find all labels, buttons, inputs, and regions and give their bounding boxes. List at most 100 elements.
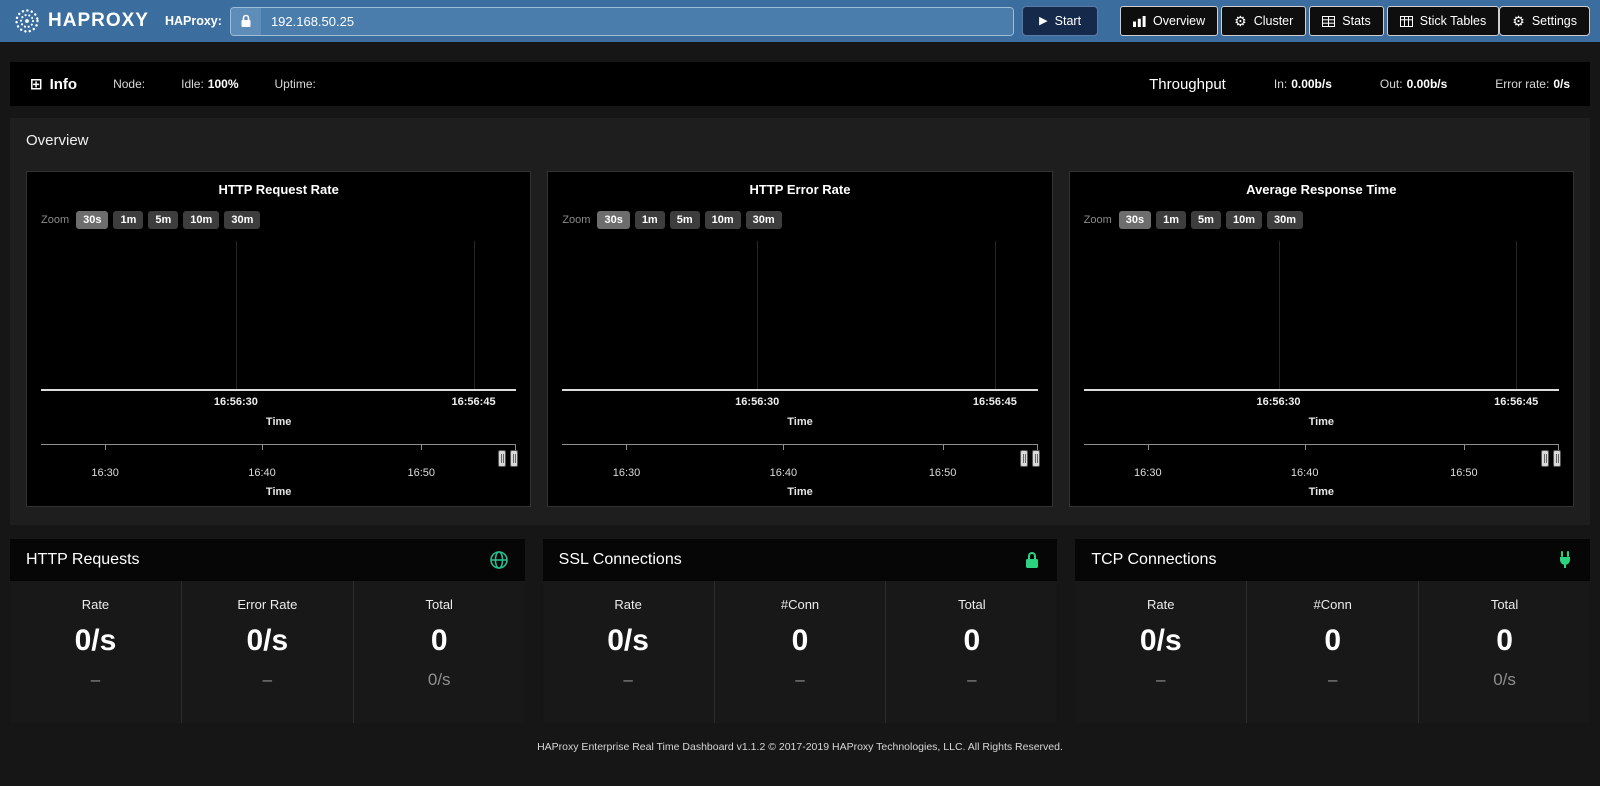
navigator-tick <box>1305 445 1306 450</box>
navigator-track[interactable] <box>562 444 1037 467</box>
zoom-row: Zoom 30s 1m 5m 10m 30m <box>41 211 516 229</box>
x-tick-label: 16:56:30 <box>1257 396 1301 408</box>
zoom-30s-button[interactable]: 30s <box>597 211 629 229</box>
navigator-track[interactable] <box>1084 444 1559 467</box>
idle-label: Idle: <box>181 77 204 91</box>
throughput-label: Throughput <box>1149 76 1226 93</box>
navigator-tick <box>105 445 106 450</box>
navigator-tick-label: 16:50 <box>407 467 435 479</box>
stat-sub-value: 0/s <box>354 670 525 690</box>
zoom-5m-button[interactable]: 5m <box>1191 211 1221 229</box>
stat-label: Total <box>1419 597 1590 612</box>
info-title[interactable]: ⊞ Info <box>30 75 77 93</box>
card-body: Rate 0/s – #Conn 0 – Total 0 – <box>543 581 1058 723</box>
zoom-5m-button[interactable]: 5m <box>148 211 178 229</box>
chart-plot-area <box>1084 241 1559 391</box>
zoom-30m-button[interactable]: 30m <box>224 211 260 229</box>
error-rate: Error rate:0/s <box>1495 77 1570 91</box>
zoom-1m-button[interactable]: 1m <box>113 211 143 229</box>
navigator-tick-label: 16:40 <box>1291 467 1319 479</box>
settings-button[interactable]: ⚙ Settings <box>1499 6 1590 36</box>
stat-column-total: Total 0 0/s <box>354 581 525 723</box>
haproxy-logo-icon <box>14 8 40 34</box>
zoom-30s-button[interactable]: 30s <box>76 211 108 229</box>
address-input[interactable] <box>261 8 1013 35</box>
nav-button-overview[interactable]: Overview <box>1120 6 1218 36</box>
navigator-handle[interactable] <box>1541 450 1549 467</box>
card-header: TCP Connections <box>1075 539 1590 581</box>
stat-label: Rate <box>1075 597 1246 612</box>
navigator-track[interactable] <box>41 444 516 467</box>
charts-row: HTTP Request Rate Zoom 30s 1m 5m 10m 30m… <box>26 171 1574 507</box>
throughput-group: Throughput In:0.00b/s Out:0.00b/s Error … <box>1149 76 1570 93</box>
chart-title: HTTP Request Rate <box>41 182 516 197</box>
zoom-30m-button[interactable]: 30m <box>1267 211 1303 229</box>
idle-stat: Idle:100% <box>181 77 238 91</box>
card-title: TCP Connections <box>1091 551 1216 569</box>
card-body: Rate 0/s – #Conn 0 – Total 0 0/s <box>1075 581 1590 723</box>
address-field-group <box>230 7 1014 36</box>
x-axis-labels: 16:56:30 16:56:45 <box>562 396 1037 411</box>
chart-navigator: 16:30 16:40 16:50 Time <box>41 444 516 498</box>
zoom-row: Zoom 30s 1m 5m 10m 30m <box>1084 211 1559 229</box>
navbar: HAPROXY HAProxy: ▶ Start Overview <box>0 0 1600 42</box>
globe-icon <box>489 550 509 570</box>
stat-sub-value: – <box>1075 670 1246 690</box>
gridline <box>474 241 475 389</box>
start-button[interactable]: ▶ Start <box>1022 6 1098 36</box>
navigator-handle[interactable] <box>1020 450 1028 467</box>
navigator-handle[interactable] <box>1553 450 1561 467</box>
zoom-30s-button[interactable]: 30s <box>1119 211 1151 229</box>
stat-sub-value: 0/s <box>1419 670 1590 690</box>
zoom-5m-button[interactable]: 5m <box>670 211 700 229</box>
card-tcp-connections: TCP Connections Rate 0/s – #Conn 0 – <box>1075 539 1590 723</box>
zoom-10m-button[interactable]: 10m <box>1226 211 1262 229</box>
stat-value: 0/s <box>10 624 181 658</box>
navigator-tick-label: 16:40 <box>770 467 798 479</box>
zoom-1m-button[interactable]: 1m <box>1156 211 1186 229</box>
card-title: HTTP Requests <box>26 551 140 569</box>
stat-label: #Conn <box>715 597 886 612</box>
navigator-tick-label: 16:30 <box>1134 467 1162 479</box>
zoom-10m-button[interactable]: 10m <box>705 211 741 229</box>
chart-plot-area <box>562 241 1037 391</box>
card-title: SSL Connections <box>559 551 682 569</box>
nav-button-cluster[interactable]: ⚙ Cluster <box>1221 6 1306 36</box>
card-header: HTTP Requests <box>10 539 525 581</box>
chart-title: Average Response Time <box>1084 182 1559 197</box>
stat-sub-value: – <box>543 670 714 690</box>
nav-button-stick-tables[interactable]: Stick Tables <box>1387 6 1499 36</box>
stat-column-rate: Rate 0/s – <box>1075 581 1247 723</box>
stat-value: 0 <box>354 624 525 658</box>
nav-button-stats[interactable]: Stats <box>1309 6 1384 36</box>
nav-button-stats-label: Stats <box>1342 14 1371 28</box>
chart-http-request-rate: HTTP Request Rate Zoom 30s 1m 5m 10m 30m… <box>26 171 531 507</box>
zoom-10m-button[interactable]: 10m <box>183 211 219 229</box>
info-left: ⊞ Info Node: Idle:100% Uptime: <box>30 75 316 93</box>
x-axis-title: Time <box>1084 416 1559 428</box>
chart-navigator: 16:30 16:40 16:50 Time <box>1084 444 1559 498</box>
overview-panel: Overview HTTP Request Rate Zoom 30s 1m 5… <box>10 118 1590 525</box>
navigator-handle[interactable] <box>498 450 506 467</box>
zoom-label: Zoom <box>562 214 590 226</box>
navigator-axis-title: Time <box>1084 486 1559 498</box>
chart-plot-area <box>41 241 516 391</box>
navigator-labels: 16:30 16:40 16:50 <box>1084 467 1559 481</box>
x-tick-label: 16:56:45 <box>1494 396 1538 408</box>
zoom-1m-button[interactable]: 1m <box>635 211 665 229</box>
x-axis-title: Time <box>562 416 1037 428</box>
in-label: In: <box>1274 77 1287 91</box>
navigator-labels: 16:30 16:40 16:50 <box>41 467 516 481</box>
x-axis-labels: 16:56:30 16:56:45 <box>41 396 516 411</box>
navigator-tick-label: 16:40 <box>248 467 276 479</box>
address-field-label: HAProxy: <box>165 14 222 28</box>
stat-column-error-rate: Error Rate 0/s – <box>182 581 354 723</box>
node-label: Node: <box>113 77 145 91</box>
zoom-30m-button[interactable]: 30m <box>746 211 782 229</box>
navigator-handle[interactable] <box>510 450 518 467</box>
stat-column-total: Total 0 – <box>886 581 1057 723</box>
navigator-handle[interactable] <box>1032 450 1040 467</box>
footer-copyright: HAProxy Enterprise Real Time Dashboard v… <box>0 741 1600 753</box>
table-icon <box>1322 16 1335 27</box>
out-value: 0.00b/s <box>1407 77 1448 91</box>
